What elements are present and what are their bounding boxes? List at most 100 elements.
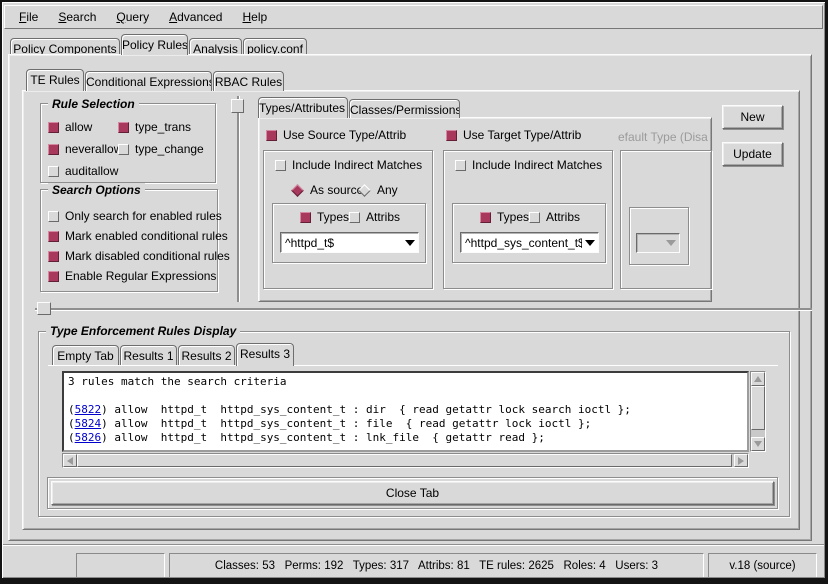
horizontal-scroll-thumb[interactable] [77,454,732,467]
close-tab-button[interactable]: Close Tab [51,481,774,505]
tab-empty-tab[interactable]: Empty Tab [52,345,119,366]
new-button[interactable]: New [722,105,783,129]
rule-id-link[interactable]: 5822 [75,403,102,416]
checkbox-source-indirect[interactable]: Include Indirect Matches [275,158,422,172]
rule-selection-title: Rule Selection [48,97,139,111]
checkbox-label: Include Indirect Matches [472,158,602,172]
checkbox-indicator [275,160,286,171]
menu-bar: File Search Query Advanced Help [4,5,823,29]
radio-as-source[interactable]: As source [291,183,363,197]
vertical-sash-handle[interactable] [231,99,244,113]
tab-rbac-rules[interactable]: RBAC Rules [213,71,284,91]
results-vertical-scrollbar[interactable] [750,371,766,452]
checkbox-label: type_trans [135,120,191,134]
radio-label: As source [310,183,363,197]
radio-indicator [358,184,371,197]
checkbox-label: auditallow [65,164,118,178]
scroll-down-icon[interactable] [751,437,765,451]
checkbox-source-attribs[interactable]: Attribs [349,210,400,224]
horizontal-sash-handle[interactable] [37,302,51,315]
update-button[interactable]: Update [722,142,783,166]
tab-classes-permissions[interactable]: Classes/Permissions [349,99,460,118]
checkbox-indicator [529,212,540,223]
default-type-label: efault Type (Disa [618,130,713,144]
checkbox-target-types[interactable]: Types [480,210,529,224]
checkbox-target-attribs[interactable]: Attribs [529,210,580,224]
rule-id-link[interactable]: 5826 [75,431,102,444]
scroll-up-icon[interactable] [751,372,765,386]
checkbox-indicator [266,130,277,141]
checkbox-indicator [48,166,59,177]
status-version: v.18 (source) [708,553,817,578]
checkbox-neverallow[interactable]: neverallow [48,142,122,156]
checkbox-indicator [446,130,457,141]
menu-query[interactable]: Query [106,8,159,26]
checkbox-label: type_change [135,142,204,156]
menu-file[interactable]: File [9,8,48,26]
checkbox-indicator [48,211,59,222]
checkbox-indicator [48,231,59,242]
dropdown-arrow-icon [663,234,679,252]
checkbox-target-indirect[interactable]: Include Indirect Matches [455,158,602,172]
checkbox-only-enabled-rules[interactable]: Only search for enabled rules [48,209,222,223]
checkbox-indicator [455,160,466,171]
results-title: Type Enforcement Rules Display [46,324,240,338]
combobox-value: ^httpd_sys_content_t$ [461,236,582,250]
tab-types-attributes[interactable]: Types/Attributes * [258,97,348,118]
checkbox-mark-enabled-conditional[interactable]: Mark enabled conditional rules [48,229,228,243]
checkbox-indicator [118,122,129,133]
checkbox-mark-disabled-conditional[interactable]: Mark disabled conditional rules [48,249,230,263]
scroll-right-icon[interactable] [734,454,748,467]
checkbox-auditallow[interactable]: auditallow [48,164,118,178]
checkbox-indicator [480,212,491,223]
menu-search[interactable]: Search [48,8,106,26]
combobox-value: ^httpd_t$ [281,236,402,250]
target-type-combobox[interactable]: ^httpd_sys_content_t$ [460,232,599,253]
checkbox-indicator [118,144,129,155]
horizontal-sash [35,308,812,310]
radio-indicator [291,184,304,197]
rule-line: (5824) allow httpd_t httpd_sys_content_t… [68,417,743,431]
checkbox-label: Only search for enabled rules [65,209,222,223]
checkbox-type-trans[interactable]: type_trans [118,120,191,134]
checkbox-label: Mark enabled conditional rules [65,229,228,243]
status-empty-box [76,553,165,578]
dropdown-arrow-icon[interactable] [582,233,598,252]
status-separator-highlight [2,545,825,546]
checkbox-label: allow [65,120,92,134]
results-horizontal-scrollbar[interactable] [62,453,749,468]
rule-line: (5826) allow httpd_t httpd_sys_content_t… [68,431,743,445]
tab-results-2[interactable]: Results 2 [178,345,235,366]
scroll-left-icon[interactable] [63,454,77,467]
close-tab-container: Close Tab [47,477,778,509]
tab-analysis[interactable]: Analysis [189,38,242,55]
search-options-title: Search Options [48,183,145,197]
tab-policy-conf[interactable]: policy.conf [243,38,307,55]
rule-id-link[interactable]: 5824 [75,417,102,430]
checkbox-type-change[interactable]: type_change [118,142,204,156]
checkbox-indicator [48,122,59,133]
results-text-area[interactable]: 3 rules match the search criteria (5822)… [62,371,749,452]
tab-results-3[interactable]: Results 3 [236,343,294,366]
checkbox-use-target-type[interactable]: Use Target Type/Attrib [446,128,581,142]
checkbox-label: Use Source Type/Attrib [283,128,406,142]
default-type-combobox [636,233,680,253]
vertical-scroll-thumb[interactable] [751,386,765,430]
menu-advanced[interactable]: Advanced [159,8,232,26]
checkbox-source-types[interactable]: Types [300,210,349,224]
checkbox-use-source-type[interactable]: Use Source Type/Attrib [266,128,406,142]
tab-policy-components[interactable]: Policy Components [10,38,120,55]
checkbox-allow[interactable]: allow [48,120,92,134]
checkbox-label: Use Target Type/Attrib [463,128,581,142]
dropdown-arrow-icon[interactable] [402,233,418,252]
checkbox-indicator [48,251,59,262]
tab-results-1[interactable]: Results 1 [120,345,177,366]
checkbox-indicator [48,271,59,282]
tab-te-rules[interactable]: TE Rules [26,69,84,91]
source-type-combobox[interactable]: ^httpd_t$ [280,232,419,253]
radio-any[interactable]: Any [358,183,398,197]
menu-help[interactable]: Help [232,8,277,26]
checkbox-enable-regex[interactable]: Enable Regular Expressions [48,269,216,283]
tab-conditional-expressions[interactable]: Conditional Expressions [85,71,212,91]
tab-policy-rules[interactable]: Policy Rules [121,34,188,55]
